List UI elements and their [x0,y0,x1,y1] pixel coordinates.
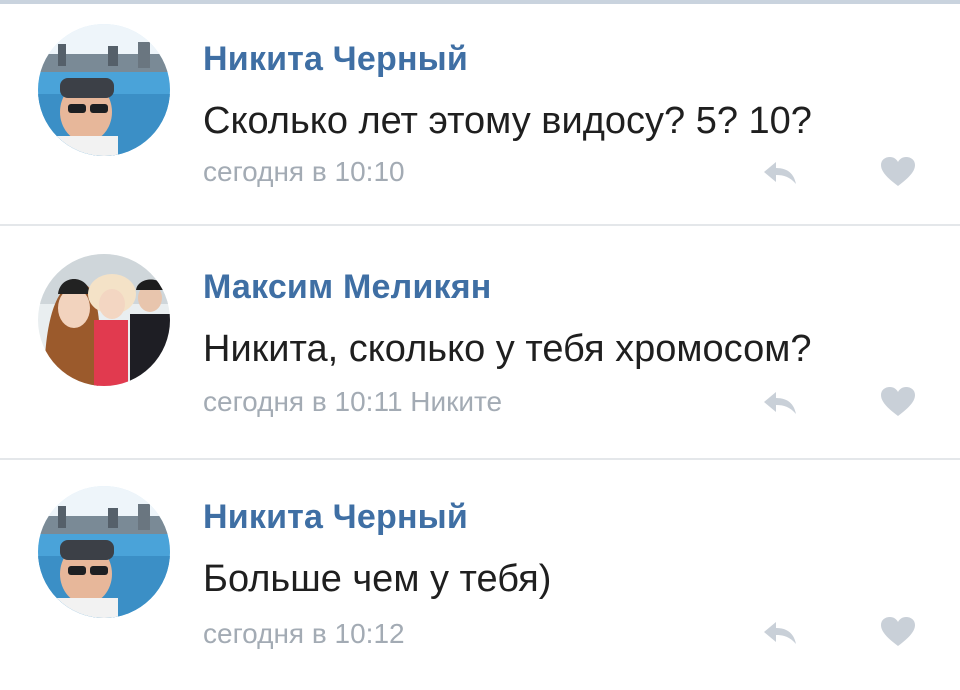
reply-icon[interactable] [762,616,798,648]
avatar[interactable] [38,254,170,386]
reply-icon[interactable] [762,386,798,418]
comment-list: Никита Черный Сколько лет этому видосу? … [0,4,960,690]
comment-author[interactable]: Никита Черный [203,498,468,537]
comment-item: Никита Черный Больше чем у тебя) сегодня… [0,460,960,690]
heart-icon[interactable] [880,616,916,648]
comment-text: Никита, сколько у тебя хромосом? [203,328,812,370]
comment-item: Максим Меликян Никита, сколько у тебя хр… [0,226,960,460]
avatar[interactable] [38,486,170,618]
avatar[interactable] [38,24,170,156]
heart-icon[interactable] [880,386,916,418]
comment-text: Сколько лет этому видосу? 5? 10? [203,100,812,142]
comment-timestamp[interactable]: сегодня в 10:10 [203,156,405,188]
comment-author[interactable]: Максим Меликян [203,268,492,307]
comment-item: Никита Черный Сколько лет этому видосу? … [0,4,960,226]
reply-icon[interactable] [762,156,798,188]
comment-timestamp[interactable]: сегодня в 10:11 Никите [203,386,502,418]
heart-icon[interactable] [880,156,916,188]
comment-timestamp[interactable]: сегодня в 10:12 [203,618,405,650]
comment-text: Больше чем у тебя) [203,558,552,600]
comment-author[interactable]: Никита Черный [203,40,468,79]
